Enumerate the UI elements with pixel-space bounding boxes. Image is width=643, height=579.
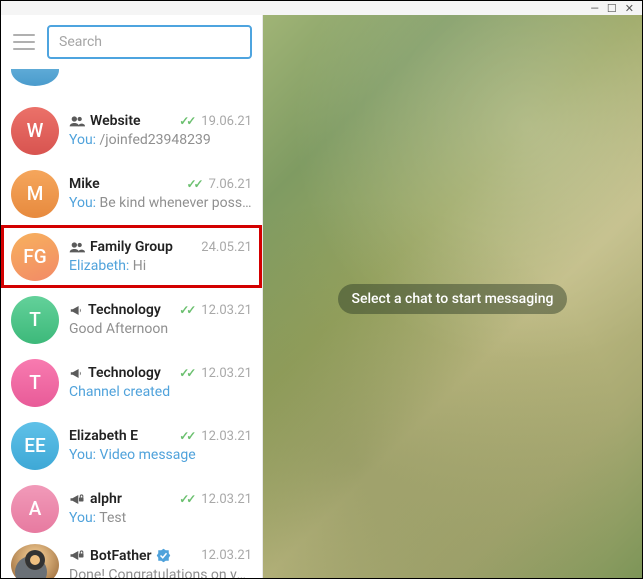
- chat-title: Elizabeth E: [69, 428, 138, 444]
- avatar: A: [11, 485, 59, 533]
- search-input[interactable]: [47, 25, 252, 59]
- chat-date: 7.06.21: [209, 177, 252, 192]
- window-close-button[interactable]: ✕: [625, 2, 634, 15]
- read-receipt-icon: ✓✓: [179, 303, 193, 317]
- megaphone-lock-icon: [69, 549, 85, 562]
- chat-preview: You: Be kind whenever possi...: [69, 195, 252, 211]
- chat-preview: You: Video message: [69, 447, 252, 463]
- chat-item[interactable]: M Mike ✓✓ 7.06.21 You: Be kind whenever …: [1, 162, 262, 225]
- chat-preview: Elizabeth: Hi: [69, 258, 252, 274]
- chat-item-selected[interactable]: FG Family Group 24.05.21 Elizabeth: Hi: [1, 225, 262, 288]
- window-minimize-button[interactable]: —: [590, 2, 599, 15]
- chat-title: Website: [90, 113, 141, 129]
- avatar: [11, 544, 59, 578]
- chat-title: alphr: [90, 491, 122, 507]
- megaphone-lock-icon: [69, 493, 85, 506]
- chat-title: BotFather: [90, 548, 152, 564]
- app-window: — ☐ ✕ W Website: [0, 0, 643, 579]
- avatar: T: [11, 296, 59, 344]
- window-titlebar: — ☐ ✕: [1, 1, 642, 15]
- main-panel: Select a chat to start messaging: [263, 15, 642, 578]
- chat-date: 12.03.21: [201, 548, 252, 563]
- chat-preview: Good Afternoon: [69, 321, 252, 337]
- read-receipt-icon: ✓✓: [179, 366, 193, 380]
- empty-state-text: Select a chat to start messaging: [338, 284, 568, 314]
- chat-title: Mike: [69, 176, 100, 192]
- app-body: W Website ✓✓ 19.06.21 You: /joinfed23948…: [1, 15, 642, 578]
- chat-date: 12.03.21: [201, 492, 252, 507]
- megaphone-icon: [69, 367, 83, 380]
- window-maximize-button[interactable]: ☐: [607, 2, 617, 15]
- read-receipt-icon: ✓✓: [187, 177, 201, 191]
- chat-item[interactable]: A alphr ✓✓ 12.03.21 You: Test: [1, 477, 262, 540]
- chat-item[interactable]: EE Elizabeth E ✓✓ 12.03.21 You: Video me…: [1, 414, 262, 477]
- verified-icon: [156, 548, 171, 563]
- group-icon: [69, 115, 85, 127]
- avatar: [11, 69, 59, 86]
- chat-item[interactable]: BotFather 12.03.21 Done! Congratulations…: [1, 540, 262, 578]
- chat-item[interactable]: T Technology ✓✓ 12.03.21 Channel created: [1, 351, 262, 414]
- chat-item[interactable]: W Website ✓✓ 19.06.21 You: /joinfed23948…: [1, 99, 262, 162]
- avatar: T: [11, 359, 59, 407]
- menu-button[interactable]: [13, 34, 35, 50]
- chat-preview: You: /joinfed23948239: [69, 132, 252, 148]
- chat-preview: You: Test: [69, 510, 252, 526]
- chat-item-partial[interactable]: [1, 69, 262, 99]
- chat-preview: Channel created: [69, 384, 252, 400]
- chat-date: 24.05.21: [201, 240, 252, 255]
- search-bar: [1, 15, 262, 69]
- avatar: EE: [11, 422, 59, 470]
- chat-date: 12.03.21: [201, 303, 252, 318]
- read-receipt-icon: ✓✓: [179, 429, 193, 443]
- group-icon: [69, 241, 85, 253]
- megaphone-icon: [69, 304, 83, 317]
- avatar: M: [11, 170, 59, 218]
- avatar: FG: [11, 233, 59, 281]
- chat-date: 12.03.21: [201, 366, 252, 381]
- chat-title: Family Group: [90, 239, 173, 255]
- read-receipt-icon: ✓✓: [179, 492, 193, 506]
- chat-title: Technology: [88, 365, 161, 381]
- chat-date: 12.03.21: [201, 429, 252, 444]
- chat-preview: Done! Congratulations on yo...: [69, 567, 252, 579]
- avatar: W: [11, 107, 59, 155]
- chat-item[interactable]: T Technology ✓✓ 12.03.21 Good Afternoon: [1, 288, 262, 351]
- sidebar: W Website ✓✓ 19.06.21 You: /joinfed23948…: [1, 15, 263, 578]
- chat-title: Technology: [88, 302, 161, 318]
- chat-date: 19.06.21: [201, 114, 252, 129]
- chat-list[interactable]: W Website ✓✓ 19.06.21 You: /joinfed23948…: [1, 69, 262, 578]
- read-receipt-icon: ✓✓: [179, 114, 193, 128]
